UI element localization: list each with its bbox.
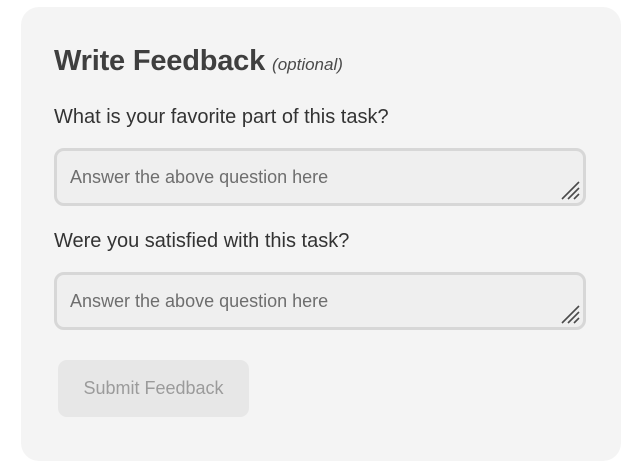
optional-note: (optional)	[272, 55, 343, 74]
resize-grip-icon[interactable]	[558, 178, 580, 200]
answer-input-satisfaction[interactable]	[57, 275, 583, 327]
question-label-satisfaction: Were you satisfied with this task?	[54, 230, 350, 252]
question-label-favorite-part: What is your favorite part of this task?	[54, 106, 389, 128]
submit-feedback-button[interactable]: Submit Feedback	[58, 360, 249, 417]
resize-grip-icon[interactable]	[558, 302, 580, 324]
answer-input-favorite-part[interactable]	[57, 151, 583, 203]
answer-field-favorite-part[interactable]	[54, 148, 586, 206]
feedback-card: Write Feedback (optional) What is your f…	[21, 7, 621, 461]
page-title: Write Feedback	[54, 45, 266, 77]
answer-field-satisfaction[interactable]	[54, 272, 586, 330]
feedback-heading: Write Feedback (optional)	[54, 45, 343, 78]
